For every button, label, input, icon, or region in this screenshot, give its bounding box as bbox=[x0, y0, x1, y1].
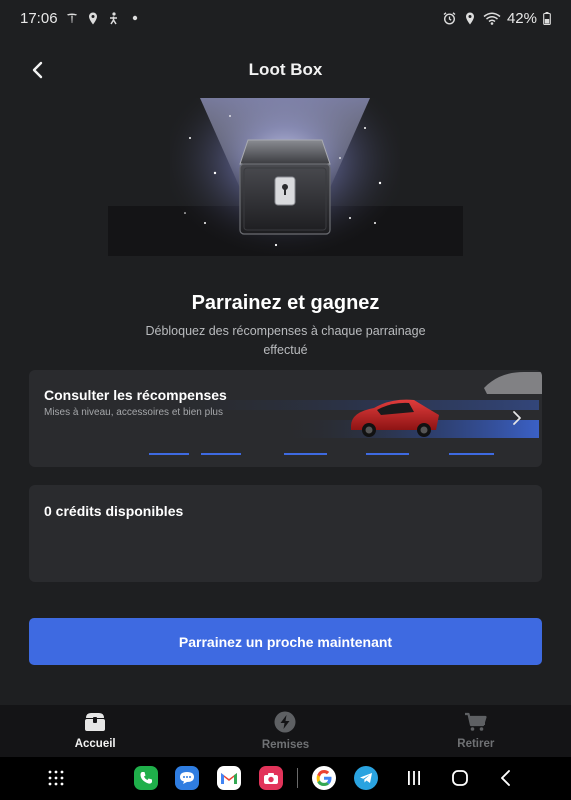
accessibility-icon bbox=[107, 11, 121, 25]
page-title: Loot Box bbox=[248, 60, 323, 79]
dock-divider bbox=[297, 768, 298, 788]
bolt-icon bbox=[274, 711, 296, 736]
phone-icon[interactable] bbox=[134, 766, 158, 790]
system-nav-bar bbox=[0, 757, 571, 800]
tab-retirer[interactable]: Retirer bbox=[381, 705, 571, 757]
tab-remises[interactable]: Remises bbox=[190, 705, 380, 757]
rewards-title: Consulter les récompenses bbox=[44, 387, 227, 403]
chest-icon bbox=[83, 712, 107, 735]
tab-label: Accueil bbox=[74, 738, 116, 750]
recents-icon[interactable] bbox=[402, 766, 426, 790]
intro-subtitle: Débloquez des récompenses à chaque parra… bbox=[145, 324, 426, 357]
home-icon[interactable] bbox=[448, 766, 472, 790]
tab-bar: Accueil Remises Retirer bbox=[0, 705, 571, 757]
tab-accueil[interactable]: Accueil bbox=[0, 705, 190, 757]
battery-percent: 42% bbox=[506, 9, 537, 27]
loot-box-chest-icon bbox=[0, 98, 571, 276]
location-icon bbox=[463, 11, 477, 25]
gmail-icon[interactable] bbox=[217, 766, 241, 790]
status-bar: 17:06 42% bbox=[0, 0, 571, 36]
telegram-icon[interactable] bbox=[354, 766, 378, 790]
chevron-left-icon[interactable] bbox=[26, 58, 50, 82]
messages-icon[interactable] bbox=[175, 766, 199, 790]
tab-label: Remises bbox=[261, 739, 310, 751]
location-icon bbox=[86, 11, 100, 25]
intro-heading: Parrainez et gagnez bbox=[191, 292, 380, 314]
app-drawer-icon[interactable] bbox=[44, 766, 68, 790]
refer-friend-button[interactable]: Parrainez un proche maintenant bbox=[29, 618, 542, 665]
app-header: Loot Box bbox=[0, 52, 571, 88]
google-icon[interactable] bbox=[312, 766, 336, 790]
rewards-card[interactable]: Consulter les récompenses Mises à niveau… bbox=[29, 370, 542, 467]
credits-card: 0 crédits disponibles bbox=[29, 485, 542, 582]
red-car-illustration bbox=[139, 372, 542, 455]
battery-icon bbox=[543, 11, 551, 25]
camera-icon[interactable] bbox=[259, 766, 283, 790]
credits-title: 0 crédits disponibles bbox=[44, 503, 184, 519]
clock: 17:06 bbox=[20, 9, 58, 27]
alarm-icon bbox=[443, 11, 457, 25]
tab-label: Retirer bbox=[457, 738, 495, 750]
back-icon[interactable] bbox=[494, 766, 518, 790]
chevron-right-icon bbox=[510, 410, 524, 426]
rewards-subtitle: Mises à niveau, accessoires et bien plus bbox=[44, 407, 223, 418]
tesla-icon bbox=[65, 11, 79, 25]
dot-icon bbox=[128, 11, 142, 25]
cart-icon bbox=[464, 712, 488, 735]
wifi-icon bbox=[483, 11, 501, 25]
